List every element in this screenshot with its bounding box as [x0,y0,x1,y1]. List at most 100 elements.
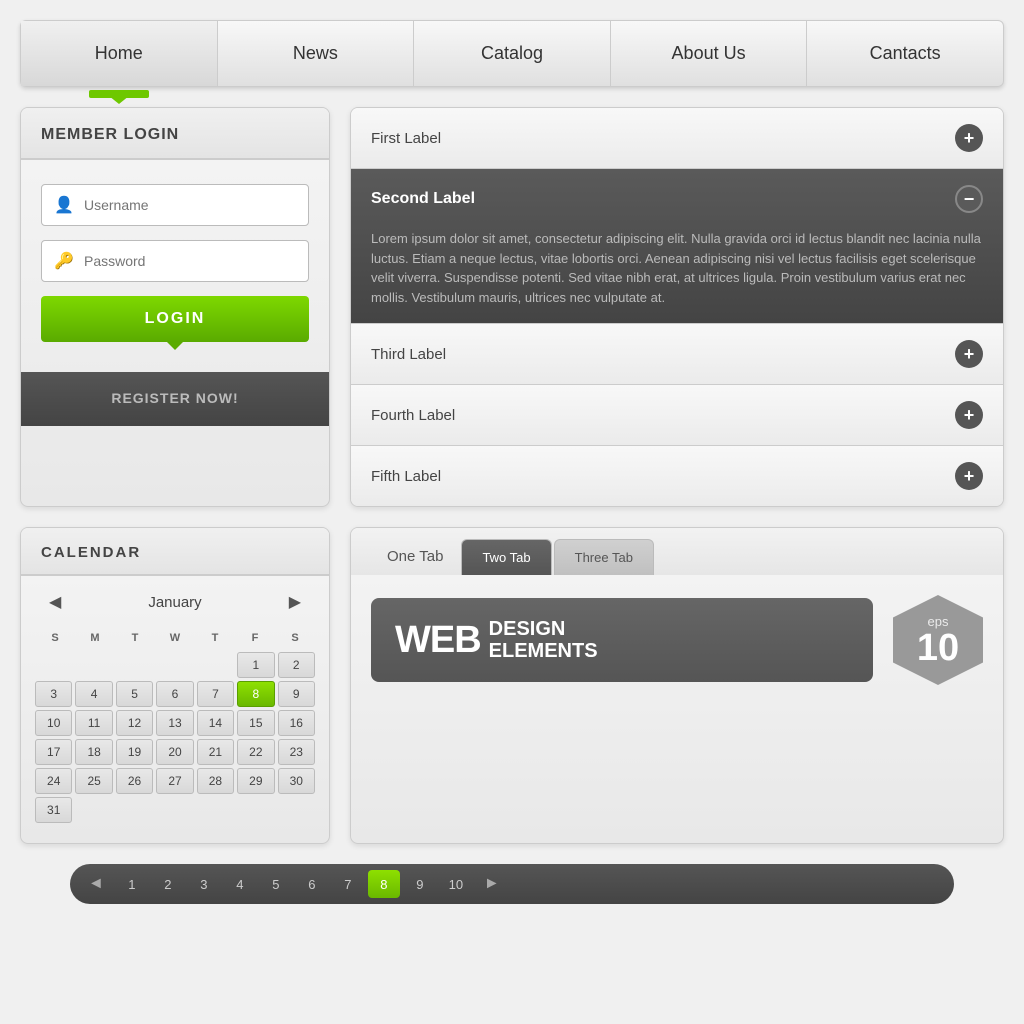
accordion-label-4: Fourth Label [371,407,455,424]
accordion-header-3[interactable]: Third Label + [351,324,1003,384]
accordion-item-3: Third Label + [351,324,1003,385]
nav-label-about: About Us [672,43,746,64]
accordion-label-1: First Label [371,130,441,147]
login-body: 👤 🔑 LOGIN [21,160,329,362]
nav-label-catalog: Catalog [481,43,543,64]
page-1[interactable]: 1 [116,870,148,898]
accordion-item-4: Fourth Label + [351,385,1003,446]
cal-day-28[interactable]: 28 [197,768,234,794]
page-10[interactable]: 10 [440,870,472,898]
cal-day-7[interactable]: 7 [197,681,234,707]
tabs-panel: One Tab Two Tab Three Tab WEB DESIGN ELE… [350,527,1004,844]
cal-day-23[interactable]: 23 [278,739,315,765]
calendar-grid: S M T W T F S 12345678910111213141516171… [21,628,329,823]
cal-day-13[interactable]: 13 [156,710,193,736]
prev-month-button[interactable]: ◀ [41,588,69,616]
accordion-item-5: Fifth Label + [351,446,1003,506]
password-field[interactable]: 🔑 [41,240,309,282]
cal-day-20[interactable]: 20 [156,739,193,765]
cal-day-15[interactable]: 15 [237,710,274,736]
page-2[interactable]: 2 [152,870,184,898]
cal-day-1[interactable]: 1 [237,652,274,678]
page-9[interactable]: 9 [404,870,436,898]
cal-day-31[interactable]: 31 [35,797,72,823]
cal-day-4[interactable]: 4 [75,681,112,707]
page-7[interactable]: 7 [332,870,364,898]
accordion-header-2[interactable]: Second Label − [351,169,1003,229]
cal-day-6[interactable]: 6 [156,681,193,707]
accordion-minus-2[interactable]: − [955,185,983,213]
eps-number: 10 [917,629,959,667]
accordion-plus-3[interactable]: + [955,340,983,368]
tabs-content: WEB DESIGN ELEMENTS eps 10 [351,575,1003,705]
design-text: DESIGN [489,618,598,640]
accordion-header-1[interactable]: First Label + [351,108,1003,168]
cal-day-12[interactable]: 12 [116,710,153,736]
cal-day-8[interactable]: 8 [237,681,274,707]
cal-day-26[interactable]: 26 [116,768,153,794]
tab-three[interactable]: Three Tab [554,539,654,575]
nav-item-news[interactable]: News [218,21,415,86]
design-elements-text: DESIGN ELEMENTS [489,618,598,662]
accordion-plus-1[interactable]: + [955,124,983,152]
web-design-banner: WEB DESIGN ELEMENTS [371,598,873,682]
cal-day-25[interactable]: 25 [75,768,112,794]
accordion-plus-4[interactable]: + [955,401,983,429]
cal-day-30[interactable]: 30 [278,768,315,794]
tab-two[interactable]: Two Tab [461,539,551,575]
hexagon-badge: eps 10 [893,595,983,685]
cal-day-24[interactable]: 24 [35,768,72,794]
calendar-nav: ◀ January ▶ [21,576,329,628]
pagination-container: ◄ 1 2 3 4 5 6 7 8 9 10 ► [20,864,1004,904]
nav-label-home: Home [95,43,143,64]
cal-empty [197,652,234,678]
nav-item-catalog[interactable]: Catalog [414,21,611,86]
nav-item-about[interactable]: About Us [611,21,808,86]
page-8[interactable]: 8 [368,870,400,898]
day-name-w: W [155,628,195,648]
cal-day-22[interactable]: 22 [237,739,274,765]
cal-day-19[interactable]: 19 [116,739,153,765]
page-4[interactable]: 4 [224,870,256,898]
login-title: MEMBER LOGIN [41,126,179,143]
cal-day-17[interactable]: 17 [35,739,72,765]
calendar-panel: CALENDAR ◀ January ▶ S M T W T F S 12345… [20,527,330,844]
nav-item-contacts[interactable]: Cantacts [807,21,1003,86]
day-name-m: M [75,628,115,648]
cal-day-3[interactable]: 3 [35,681,72,707]
accordion-plus-5[interactable]: + [955,462,983,490]
nav-item-home[interactable]: Home [21,21,218,86]
bottom-row: CALENDAR ◀ January ▶ S M T W T F S 12345… [20,527,1004,844]
page-3[interactable]: 3 [188,870,220,898]
cal-empty [156,652,193,678]
next-month-button[interactable]: ▶ [281,588,309,616]
username-input[interactable] [84,197,296,213]
cal-day-29[interactable]: 29 [237,768,274,794]
username-field[interactable]: 👤 [41,184,309,226]
day-name-s1: S [35,628,75,648]
register-link[interactable]: REGISTER NOW! [111,390,238,406]
page-6[interactable]: 6 [296,870,328,898]
prev-page-button[interactable]: ◄ [80,871,112,897]
cal-day-16[interactable]: 16 [278,710,315,736]
day-name-s2: S [275,628,315,648]
accordion-header-4[interactable]: Fourth Label + [351,385,1003,445]
page-5[interactable]: 5 [260,870,292,898]
tabs-header: One Tab Two Tab Three Tab [351,528,1003,575]
accordion-header-5[interactable]: Fifth Label + [351,446,1003,506]
cal-day-11[interactable]: 11 [75,710,112,736]
cal-day-5[interactable]: 5 [116,681,153,707]
tab-one[interactable]: One Tab [371,538,459,575]
cal-day-18[interactable]: 18 [75,739,112,765]
cal-day-21[interactable]: 21 [197,739,234,765]
navigation-bar: Home News Catalog About Us Cantacts [20,20,1004,87]
cal-day-14[interactable]: 14 [197,710,234,736]
calendar-days: 1234567891011121314151617181920212223242… [35,652,315,823]
cal-day-2[interactable]: 2 [278,652,315,678]
password-input[interactable] [84,253,296,269]
cal-day-27[interactable]: 27 [156,768,193,794]
login-button[interactable]: LOGIN [41,296,309,342]
cal-day-9[interactable]: 9 [278,681,315,707]
cal-day-10[interactable]: 10 [35,710,72,736]
next-page-button[interactable]: ► [476,871,508,897]
